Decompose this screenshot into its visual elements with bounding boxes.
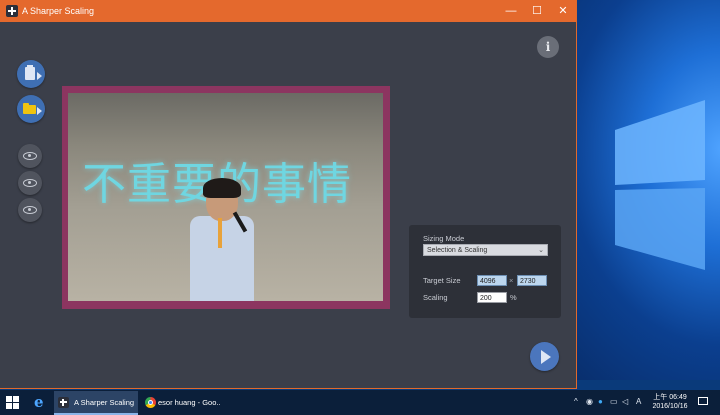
taskbar-clock[interactable]: 上午 06:49 2016/10/16 xyxy=(648,393,692,411)
info-button[interactable]: i xyxy=(537,36,559,58)
maximize-button[interactable]: ☐ xyxy=(524,0,550,22)
title-bar[interactable]: A Sharper Scaling — ☐ ✕ xyxy=(0,0,576,22)
windows-start-icon-pane xyxy=(6,403,12,409)
network-icon[interactable]: ▭ xyxy=(610,397,618,407)
windows-start-icon-pane xyxy=(13,403,19,409)
tray-overflow-chevron[interactable]: ^ xyxy=(574,397,578,407)
clock-date: 2016/10/16 xyxy=(652,403,688,410)
clipboard-icon-body xyxy=(25,67,35,80)
times-symbol: × xyxy=(509,276,514,285)
minimize-button[interactable]: — xyxy=(498,0,524,22)
scaling-input[interactable]: 200 xyxy=(477,292,507,303)
preview-mode-2-button[interactable] xyxy=(18,171,42,195)
target-height-input[interactable]: 2730 xyxy=(517,275,547,286)
app-icon xyxy=(58,397,69,408)
target-width-input[interactable]: 4096 xyxy=(477,275,507,286)
chrome-icon xyxy=(145,397,156,408)
photo-preview: 不重要的事情 xyxy=(68,93,383,301)
speaker-lanyard xyxy=(218,218,222,248)
sizing-mode-label: Sizing Mode xyxy=(423,234,465,243)
sizing-mode-select[interactable]: Selection & Scaling ⌄ xyxy=(423,244,548,256)
tray-cloud-icon[interactable]: ● xyxy=(598,397,603,407)
image-preview-frame[interactable]: 不重要的事情 xyxy=(62,86,390,309)
folder-icon xyxy=(23,103,36,114)
speaker-hair xyxy=(203,178,241,198)
windows-start-icon xyxy=(6,396,12,402)
notification-center-icon[interactable] xyxy=(698,397,708,405)
eye-icon xyxy=(23,179,37,187)
settings-panel: Sizing Mode Selection & Scaling ⌄ Target… xyxy=(409,225,561,318)
taskbar-item-chrome[interactable]: esor huang - Goo... xyxy=(142,391,220,415)
volume-icon[interactable]: ◁ xyxy=(622,397,628,407)
open-folder-button[interactable] xyxy=(17,95,45,123)
ime-indicator[interactable]: A xyxy=(636,397,641,407)
arrow-right-icon xyxy=(37,107,42,115)
target-size-label: Target Size xyxy=(423,276,461,285)
preview-mode-3-button[interactable] xyxy=(18,198,42,222)
windows-logo-wallpaper xyxy=(615,100,705,270)
preview-mode-1-button[interactable] xyxy=(18,144,42,168)
window-title: A Sharper Scaling xyxy=(22,6,95,16)
scaling-label: Scaling xyxy=(423,293,448,302)
tray-app-icon[interactable]: ◉ xyxy=(586,397,593,407)
close-button[interactable]: ✕ xyxy=(550,0,576,22)
app-icon xyxy=(6,5,18,17)
app-window: A Sharper Scaling — ☐ ✕ i 不重要的事情 Siz xyxy=(0,0,576,388)
chevron-down-icon: ⌄ xyxy=(538,247,544,254)
taskbar-item-label: esor huang - Goo... xyxy=(158,398,220,407)
eye-icon xyxy=(23,206,37,214)
taskbar-item-label: A Sharper Scaling xyxy=(74,398,135,407)
run-button[interactable] xyxy=(530,342,559,371)
clock-time: 上午 06:49 xyxy=(653,394,687,401)
taskbar: e A Sharper Scaling esor huang - Goo... … xyxy=(0,390,720,415)
arrow-right-icon xyxy=(37,72,42,80)
edge-browser-icon[interactable]: e xyxy=(34,395,44,410)
paste-from-clipboard-button[interactable] xyxy=(17,60,45,88)
windows-start-icon-pane xyxy=(13,396,19,402)
eye-icon xyxy=(23,152,37,160)
percent-symbol: % xyxy=(510,293,517,302)
sizing-mode-value: Selection & Scaling xyxy=(427,247,488,254)
taskbar-item-a-sharper-scaling[interactable]: A Sharper Scaling xyxy=(54,391,138,415)
start-button[interactable] xyxy=(6,396,20,410)
